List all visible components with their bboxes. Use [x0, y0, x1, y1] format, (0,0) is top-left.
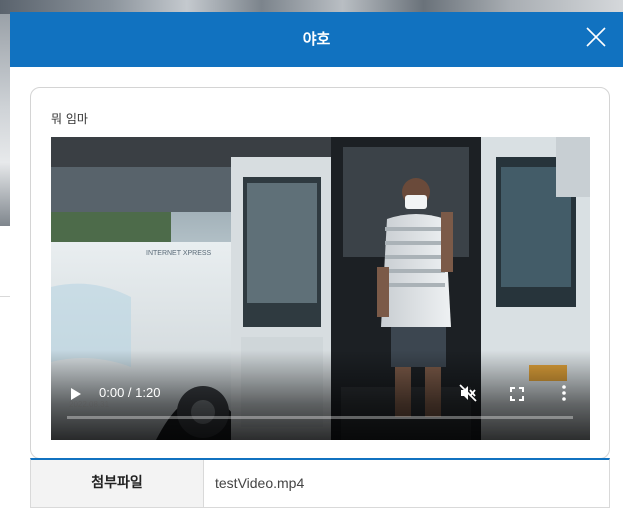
close-button[interactable] [585, 26, 607, 48]
modal-title: 야호 [302, 30, 331, 48]
svg-text:INTERNET XPRESS: INTERNET XPRESS [146, 250, 212, 257]
background-image-edge [0, 14, 10, 226]
close-icon [586, 27, 606, 47]
attachment-row: 첨부파일 testVideo.mp4 [30, 458, 610, 508]
background-divider [0, 296, 10, 297]
fullscreen-button[interactable] [510, 386, 524, 401]
video-progress-bar[interactable] [67, 416, 573, 419]
mute-button[interactable] [459, 384, 477, 402]
attachment-header: 첨부파일 [31, 460, 204, 507]
more-options-button[interactable] [561, 384, 567, 402]
modal-dialog: 야호 뭐 임마 INTERNET XPRESS 0:00 / 1:20 첨부파일… [10, 12, 623, 518]
video-player[interactable]: INTERNET XPRESS 0:00 / 1:20 [51, 137, 590, 440]
attachment-file-link[interactable]: testVideo.mp4 [215, 460, 304, 507]
post-body-text: 뭐 임마 [51, 112, 88, 126]
post-content-card: 뭐 임마 INTERNET XPRESS 0:00 / 1:20 [30, 87, 610, 459]
play-icon [71, 388, 81, 400]
modal-header: 야호 [10, 12, 623, 67]
more-options-icon [562, 385, 566, 401]
fullscreen-icon [510, 387, 524, 401]
mute-icon [459, 384, 477, 402]
play-button[interactable] [69, 386, 83, 400]
video-time-display: 0:00 / 1:20 [99, 385, 161, 400]
